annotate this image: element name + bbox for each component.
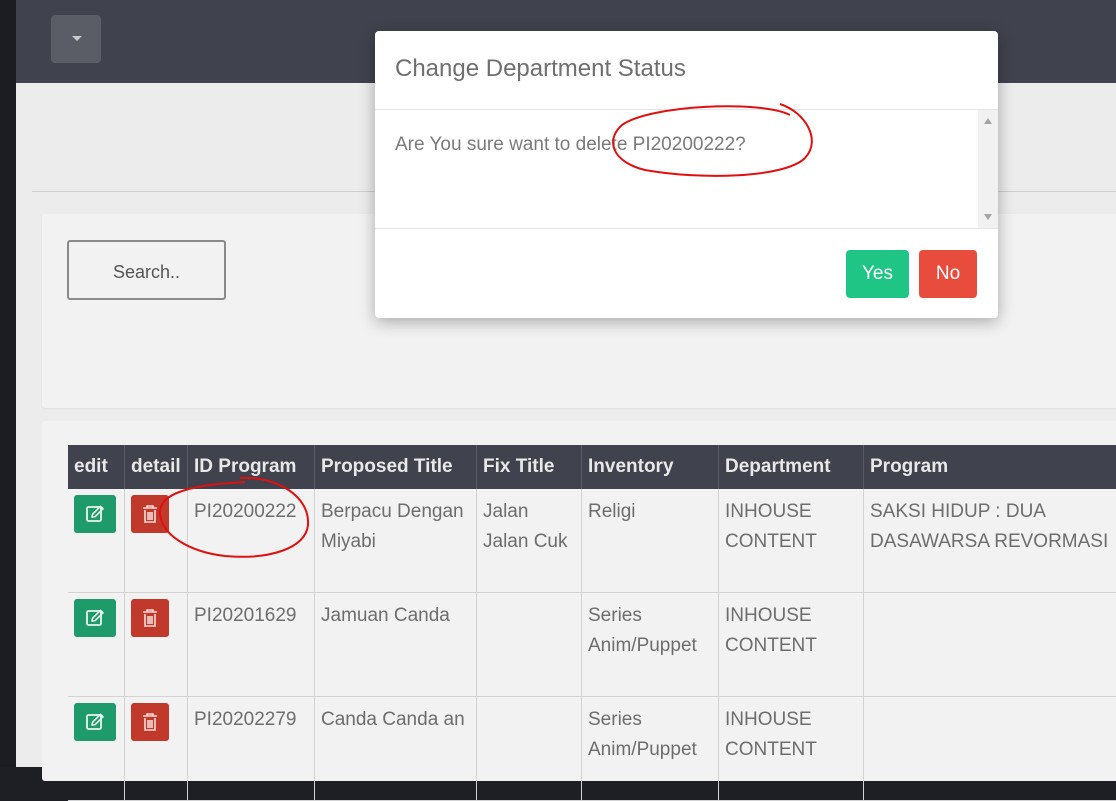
scroll-up-icon[interactable]	[984, 118, 992, 124]
modal-body: Are You sure want to delete PI20200222?	[375, 110, 998, 229]
yes-button[interactable]: Yes	[846, 250, 909, 298]
change-status-modal: Change Department Status Are You sure wa…	[375, 31, 998, 318]
modal-title: Change Department Status	[395, 55, 686, 83]
modal-message: Are You sure want to delete PI20200222?	[395, 134, 746, 156]
scroll-down-icon[interactable]	[984, 214, 992, 220]
no-button[interactable]: No	[919, 250, 977, 298]
modal-header: Change Department Status	[375, 31, 998, 110]
modal-scrollbar[interactable]	[978, 110, 998, 228]
